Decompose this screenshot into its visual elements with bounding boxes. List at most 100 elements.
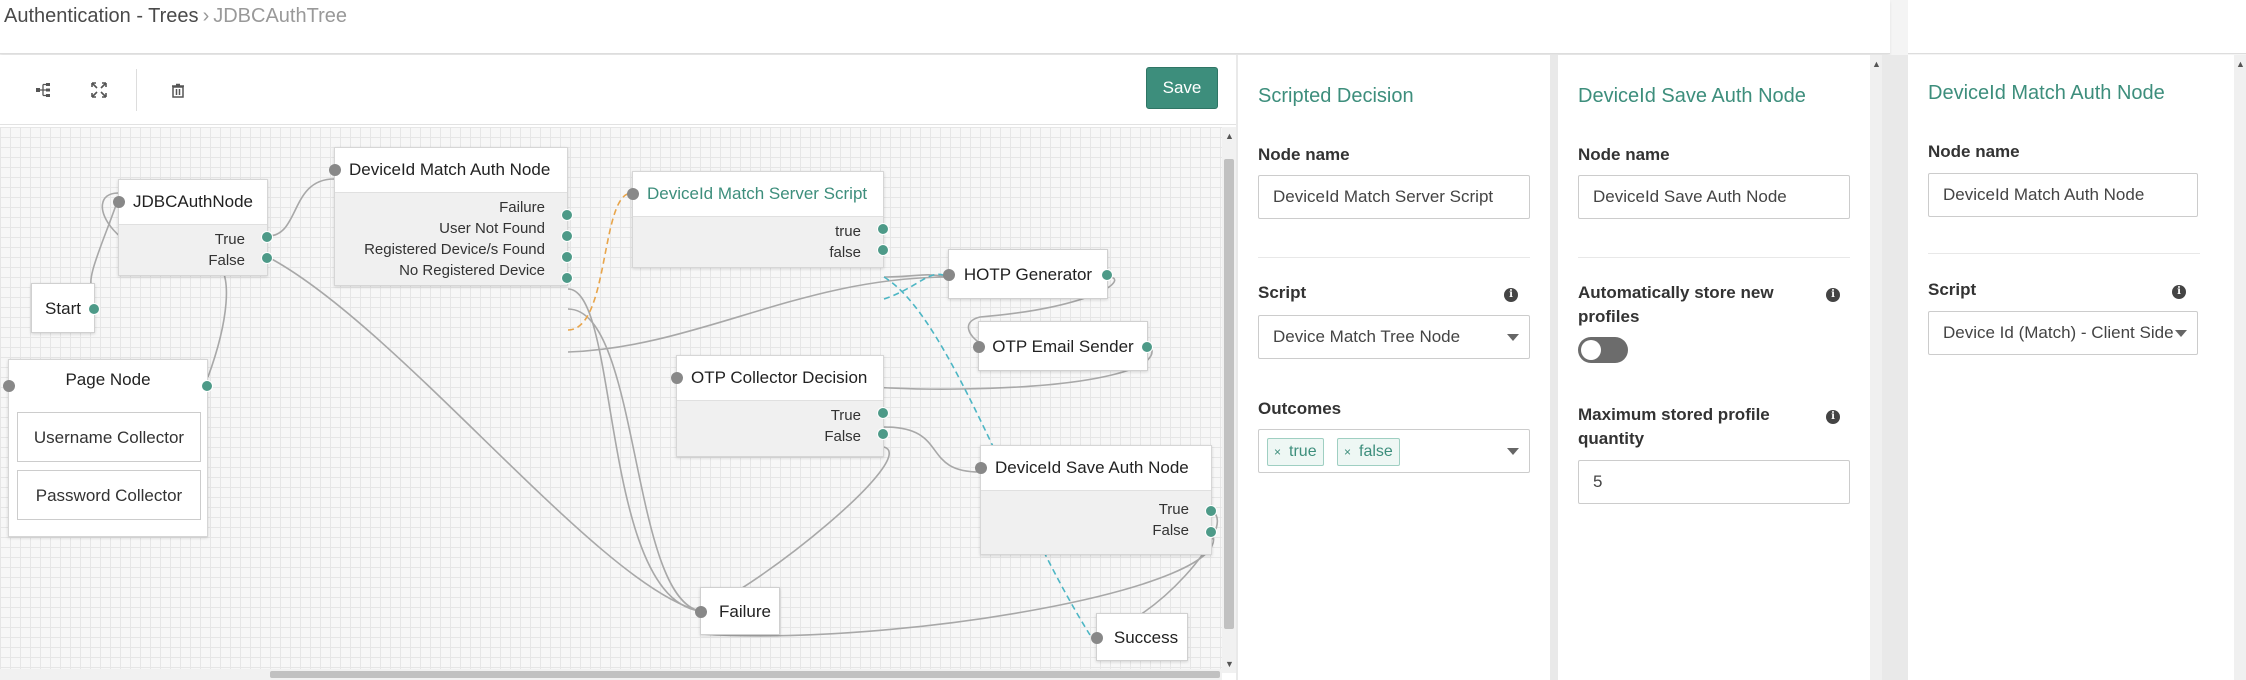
output-port[interactable]	[1141, 341, 1153, 353]
output-port[interactable]	[561, 209, 573, 221]
output-port[interactable]	[261, 252, 273, 264]
outcome-label: True	[214, 231, 245, 248]
input-port[interactable]	[1091, 632, 1103, 644]
input-port[interactable]	[113, 196, 125, 208]
outcome-label: False	[208, 252, 245, 269]
output-port[interactable]	[88, 303, 100, 315]
node-name-input[interactable]	[1258, 175, 1530, 219]
node-start[interactable]: Start	[31, 283, 100, 333]
input-port[interactable]	[943, 269, 955, 281]
panel-scrollbar[interactable]: ▲	[2234, 55, 2246, 680]
max-profiles-input[interactable]	[1578, 460, 1850, 504]
right-panel-header	[1908, 0, 2246, 54]
divider	[1258, 257, 1530, 258]
input-port[interactable]	[627, 188, 639, 200]
outcomes-multiselect[interactable]: × true × false	[1258, 429, 1530, 473]
info-icon[interactable]: i	[1826, 288, 1840, 302]
outcome-tag-true[interactable]: × true	[1267, 438, 1324, 466]
node-success[interactable]: Success	[1091, 613, 1188, 661]
wire-match-noreg-hotp	[567, 276, 951, 353]
input-port[interactable]	[671, 372, 683, 384]
info-icon[interactable]: i	[1826, 410, 1840, 424]
save-button[interactable]: Save	[1146, 67, 1218, 109]
input-port[interactable]	[3, 380, 15, 392]
input-port[interactable]	[695, 606, 707, 618]
tree-canvas[interactable]: JDBCAuthNode True False Start Page Node …	[0, 127, 1222, 669]
divider	[1928, 253, 2200, 254]
node-hotp-generator[interactable]: HOTP Generator	[943, 249, 1113, 299]
output-port[interactable]	[561, 272, 573, 284]
input-port[interactable]	[975, 462, 987, 474]
node-deviceid-script[interactable]: DeviceId Match Server Script true false	[627, 171, 889, 268]
node-name-input[interactable]	[1578, 175, 1850, 219]
info-icon[interactable]: i	[2172, 285, 2186, 299]
remove-tag-icon[interactable]: ×	[1274, 445, 1281, 459]
outcomes-label: Outcomes	[1258, 399, 1342, 418]
outcome-label: Registered Device/s Found	[364, 241, 545, 258]
node-otp-email-sender[interactable]: OTP Email Sender	[973, 321, 1153, 371]
output-port[interactable]	[877, 223, 889, 235]
node-title: OTP Collector Decision	[691, 368, 868, 387]
canvas-vertical-scrollbar[interactable]: ▲ ▼	[1222, 127, 1236, 673]
outcome-label: User Not Found	[439, 220, 545, 237]
child-password-collector[interactable]: Password Collector	[17, 470, 201, 520]
outcome-label: No Registered Device	[399, 262, 545, 279]
output-port[interactable]	[561, 230, 573, 242]
scroll-up-icon[interactable]: ▲	[1872, 59, 1881, 69]
node-title: Failure	[719, 602, 771, 621]
output-port[interactable]	[561, 251, 573, 263]
wire-otpdec-true-save	[883, 426, 981, 473]
canvas-horizontal-scrollbar[interactable]	[0, 669, 1222, 680]
remove-tag-icon[interactable]: ×	[1344, 445, 1351, 459]
script-select-value: Device Match Tree Node	[1273, 327, 1461, 346]
child-username-collector[interactable]: Username Collector	[17, 412, 201, 462]
breadcrumb-trees-link[interactable]: Authentication - Trees	[4, 5, 199, 27]
tree-editor: Save JDBCAuthNode True False Start Page …	[0, 55, 1236, 680]
output-port[interactable]	[1101, 269, 1113, 281]
output-port[interactable]	[201, 380, 213, 392]
node-jdbc-auth[interactable]: JDBCAuthNode True False	[113, 179, 273, 276]
tag-label: false	[1359, 443, 1393, 460]
node-title: Start	[45, 299, 81, 318]
node-page[interactable]: Page Node Username Collector Password Co…	[3, 359, 213, 537]
node-deviceid-match[interactable]: DeviceId Match Auth Node Failure User No…	[329, 147, 573, 286]
script-select[interactable]: Device Id (Match) - Client Side	[1928, 311, 2198, 355]
outcome-tag-false[interactable]: × false	[1337, 438, 1400, 466]
script-label: Script	[1928, 280, 1977, 299]
panel-gutter	[1550, 55, 1558, 680]
scroll-down-icon[interactable]: ▼	[1225, 659, 1234, 669]
script-label: Script	[1258, 283, 1307, 302]
scrollbar-thumb[interactable]	[270, 671, 1220, 678]
output-port[interactable]	[1205, 505, 1217, 517]
output-port[interactable]	[877, 428, 889, 440]
scroll-up-icon[interactable]: ▲	[1225, 131, 1234, 141]
node-deviceid-save[interactable]: DeviceId Save Auth Node True False	[975, 445, 1217, 555]
node-name-input[interactable]	[1928, 173, 2198, 217]
scroll-up-icon[interactable]: ▲	[2236, 59, 2245, 69]
script-select[interactable]: Device Match Tree Node	[1258, 315, 1530, 359]
output-port[interactable]	[1205, 526, 1217, 538]
panel-scrollbar[interactable]: ▲	[1870, 55, 1882, 680]
node-title: HOTP Generator	[963, 265, 1093, 284]
delete-node-button[interactable]	[161, 73, 195, 107]
info-icon[interactable]: i	[1504, 288, 1518, 302]
input-port[interactable]	[329, 164, 341, 176]
node-otp-collector-decision[interactable]: OTP Collector Decision True False	[671, 355, 889, 457]
output-port[interactable]	[261, 231, 273, 243]
node-title: JDBCAuthNode	[133, 192, 254, 211]
outcome-label: false	[829, 244, 861, 261]
output-port[interactable]	[877, 244, 889, 256]
auto-store-toggle[interactable]	[1578, 337, 1628, 363]
node-name-label: Node name	[1578, 145, 1670, 164]
auto-layout-button[interactable]	[26, 73, 60, 107]
node-failure[interactable]: Failure	[695, 587, 780, 635]
node-title: Success	[1113, 628, 1179, 647]
fullscreen-button[interactable]	[82, 73, 116, 107]
node-title: Page Node	[65, 370, 151, 389]
input-port[interactable]	[973, 341, 985, 353]
tree-layout-icon	[36, 83, 50, 97]
output-port[interactable]	[877, 407, 889, 419]
node-name-label: Node name	[1928, 142, 2020, 161]
toggle-knob	[1581, 340, 1601, 360]
scrollbar-thumb[interactable]	[1224, 159, 1234, 629]
